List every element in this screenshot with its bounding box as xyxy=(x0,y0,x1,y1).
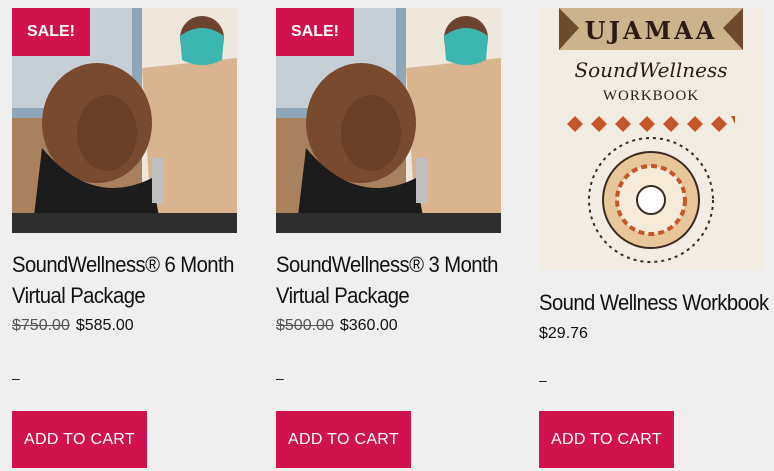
original-price: $500.00 xyxy=(276,317,334,334)
product-image-workbook[interactable]: UJAMAA SoundWellness WORKBOOK xyxy=(539,8,763,270)
book-header-text: UJAMAA xyxy=(584,16,718,45)
product-price: $29.76 xyxy=(539,325,588,343)
add-to-cart-button[interactable]: ADD TO CART xyxy=(12,411,147,468)
book-subtitle-text: WORKBOOK xyxy=(602,88,700,104)
add-to-cart-button[interactable]: ADD TO CART xyxy=(276,411,411,468)
separator-dash: – xyxy=(12,370,20,386)
separator-dash: – xyxy=(276,370,284,386)
original-price: $750.00 xyxy=(12,317,70,334)
sale-badge: SALE! xyxy=(276,8,354,56)
product-price: $750.00 $585.00 xyxy=(12,317,134,335)
product-title-line1[interactable]: Sound Wellness Workbook xyxy=(539,287,769,318)
product-title-line2[interactable]: Virtual Package xyxy=(276,280,498,311)
sale-badge: SALE! xyxy=(12,8,90,56)
product-title-line1[interactable]: SoundWellness® 6 Month xyxy=(12,249,234,280)
product-title-line2[interactable]: Virtual Package xyxy=(12,280,234,311)
separator-dash: – xyxy=(539,372,547,388)
product-price: $500.00 $360.00 xyxy=(276,317,398,335)
sale-price: $585.00 xyxy=(75,317,134,334)
sale-price: $360.00 xyxy=(339,317,398,334)
product-title[interactable]: SoundWellness® 3 Month Virtual Package xyxy=(276,249,498,311)
workbook-cover-art xyxy=(559,8,743,263)
product-title[interactable]: Sound Wellness Workbook xyxy=(539,287,769,318)
add-to-cart-button[interactable]: ADD TO CART xyxy=(539,411,674,468)
sale-price: $29.76 xyxy=(539,325,588,342)
product-title-line1[interactable]: SoundWellness® 3 Month xyxy=(276,249,498,280)
book-title-text: SoundWellness xyxy=(574,58,728,82)
product-title[interactable]: SoundWellness® 6 Month Virtual Package xyxy=(12,249,234,311)
